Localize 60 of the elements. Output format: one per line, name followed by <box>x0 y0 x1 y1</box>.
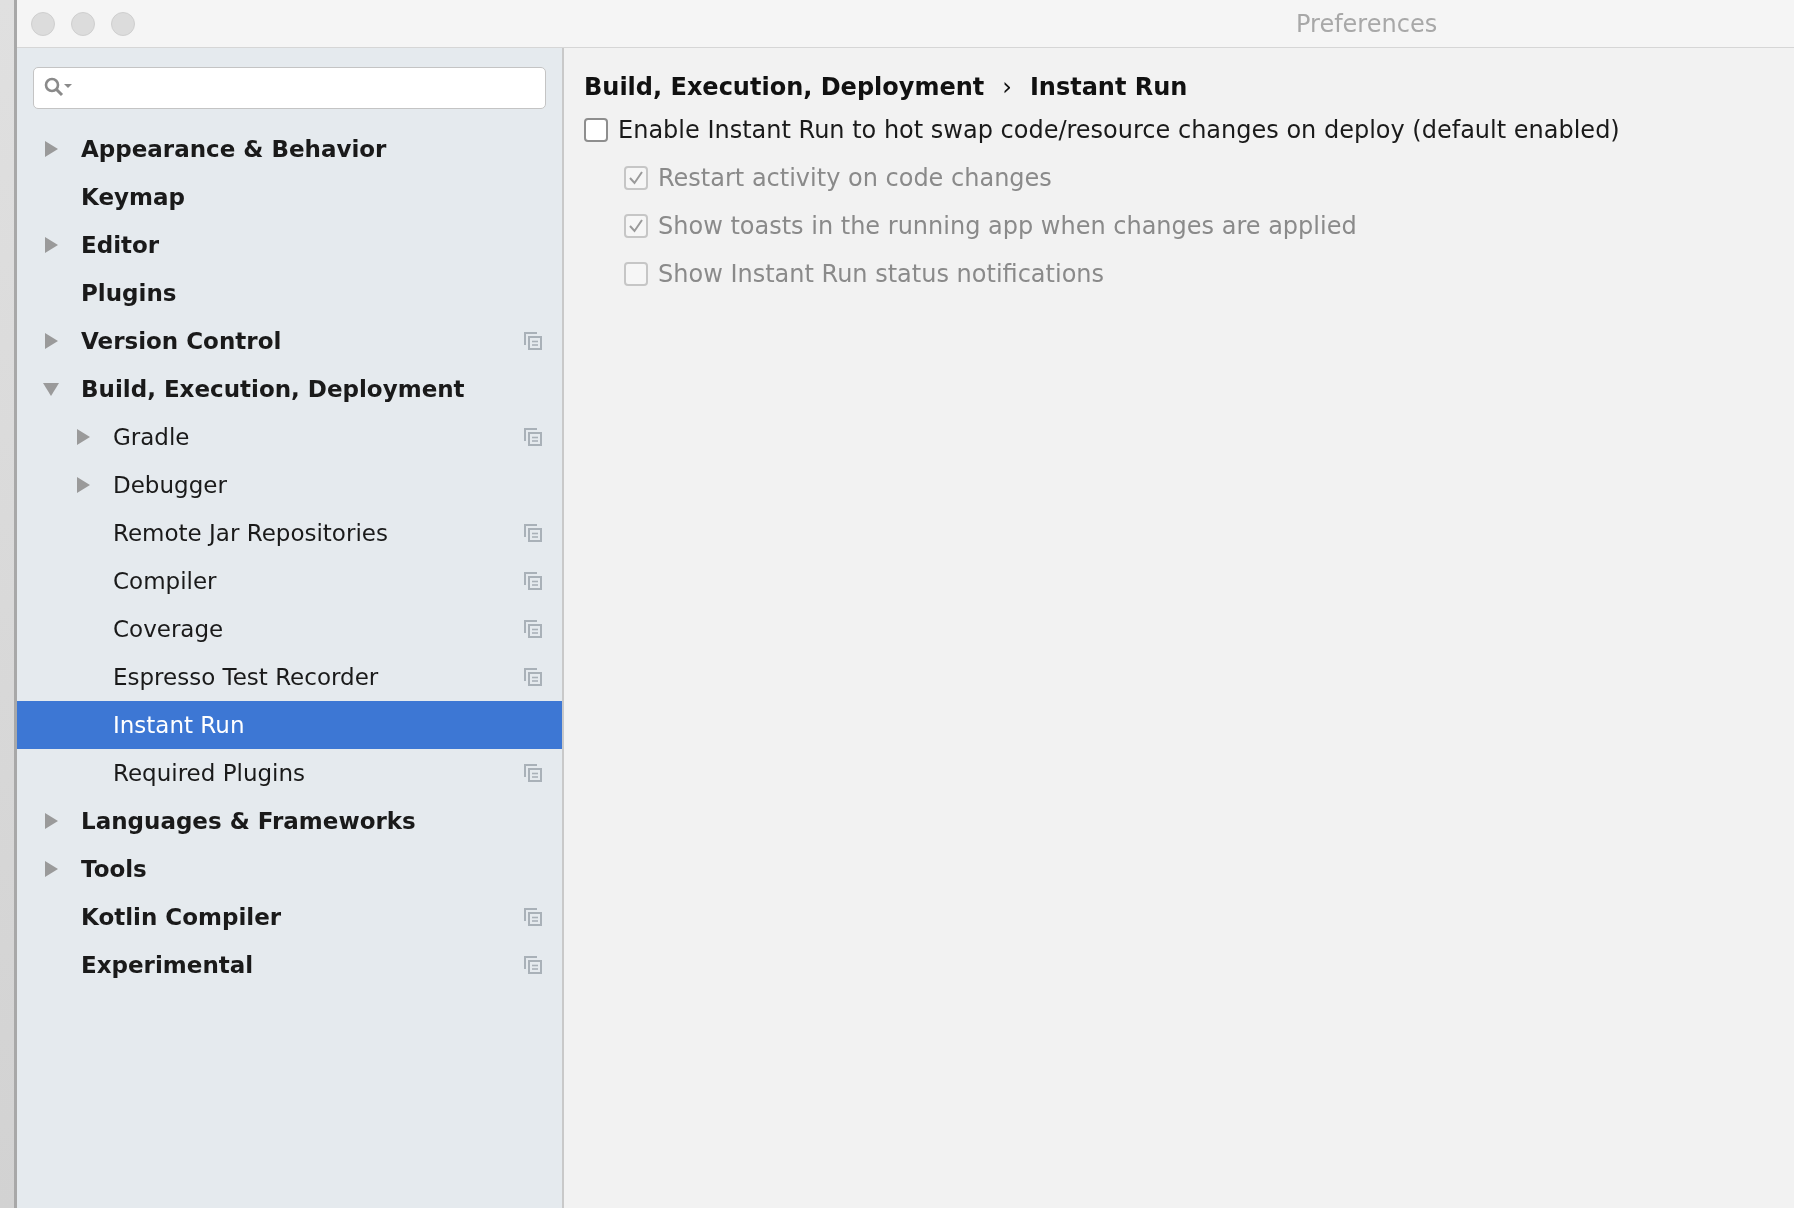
minimize-button[interactable] <box>71 11 95 36</box>
tree-item[interactable]: Espresso Test Recorder <box>17 653 562 701</box>
tree-item-label: Languages & Frameworks <box>81 808 417 834</box>
tree-item-label: Gradle <box>113 424 191 450</box>
tree-item[interactable]: Compiler <box>17 557 562 605</box>
tree-item[interactable]: Build, Execution, Deployment <box>17 365 562 413</box>
tree-item-label: Remote Jar Repositories <box>113 520 389 546</box>
tree-item-label: Required Plugins <box>113 760 307 786</box>
tree-item-label: Debugger <box>113 472 228 498</box>
close-button[interactable] <box>31 11 55 36</box>
tree-item-label: Tools <box>81 856 148 882</box>
tree-item-label: Experimental <box>81 952 255 978</box>
tree-item-label: Version Control <box>81 328 283 354</box>
tree-item[interactable]: Experimental <box>17 941 562 989</box>
tree-item[interactable]: Editor <box>17 221 562 269</box>
breadcrumb-item: Instant Run <box>1029 73 1188 101</box>
search-field[interactable] <box>33 67 546 109</box>
tree-item-label: Plugins <box>81 280 178 306</box>
tree-item[interactable]: Appearance & Behavior <box>17 125 562 173</box>
checkbox-label: Restart activity on code changes <box>658 164 1052 192</box>
tree-item[interactable]: Keymap <box>17 173 562 221</box>
collapsed-arrow-icon[interactable] <box>43 333 59 349</box>
checkbox-label: Show toasts in the running app when changes are applied <box>658 212 1357 240</box>
tree-item[interactable]: Version Control <box>17 317 562 365</box>
tree-item-label: Kotlin Compiler <box>81 904 283 930</box>
zoom-button[interactable] <box>111 11 135 36</box>
expanded-arrow-icon[interactable] <box>43 381 59 397</box>
collapsed-arrow-icon[interactable] <box>43 813 59 829</box>
check-icon <box>627 169 645 187</box>
tree-item[interactable]: Required Plugins <box>17 749 562 797</box>
tree-item[interactable]: Tools <box>17 845 562 893</box>
tree-item[interactable]: Languages & Frameworks <box>17 797 562 845</box>
tree-item-label: Editor <box>81 232 161 258</box>
checkbox-label: Show Instant Run status notifications <box>658 260 1105 288</box>
tree-item-label: Espresso Test Recorder <box>113 664 380 690</box>
tree-item[interactable]: Instant Run <box>17 701 562 749</box>
tree-item-label: Build, Execution, Deployment <box>81 376 466 402</box>
tree-item-label: Compiler <box>113 568 218 594</box>
window-title: Preferences <box>1296 9 1438 38</box>
tree-item[interactable]: Gradle <box>17 413 562 461</box>
tree-item[interactable]: Debugger <box>17 461 562 509</box>
search-icon <box>44 77 74 99</box>
tree-item[interactable]: Kotlin Compiler <box>17 893 562 941</box>
collapsed-arrow-icon[interactable] <box>43 861 59 877</box>
breadcrumb-separator: › <box>1002 73 1012 101</box>
check-icon <box>627 217 645 235</box>
collapsed-arrow-icon[interactable] <box>43 141 59 157</box>
collapsed-arrow-icon[interactable] <box>75 429 91 445</box>
checkbox[interactable] <box>584 118 608 142</box>
breadcrumb-item: Build, Execution, Deployment <box>584 73 985 101</box>
tree-item[interactable]: Coverage <box>17 605 562 653</box>
collapsed-arrow-icon[interactable] <box>75 477 91 493</box>
tree-item-label: Appearance & Behavior <box>81 136 388 162</box>
tree-item-label: Instant Run <box>113 712 246 738</box>
tree-item-label: Coverage <box>113 616 225 642</box>
collapsed-arrow-icon[interactable] <box>43 237 59 253</box>
tree-item[interactable]: Plugins <box>17 269 562 317</box>
checkbox-label: Enable Instant Run to hot swap code/resource changes on deploy (default enabled) <box>618 116 1620 144</box>
tree-item[interactable]: Remote Jar Repositories <box>17 509 562 557</box>
tree-item-label: Keymap <box>81 184 186 210</box>
